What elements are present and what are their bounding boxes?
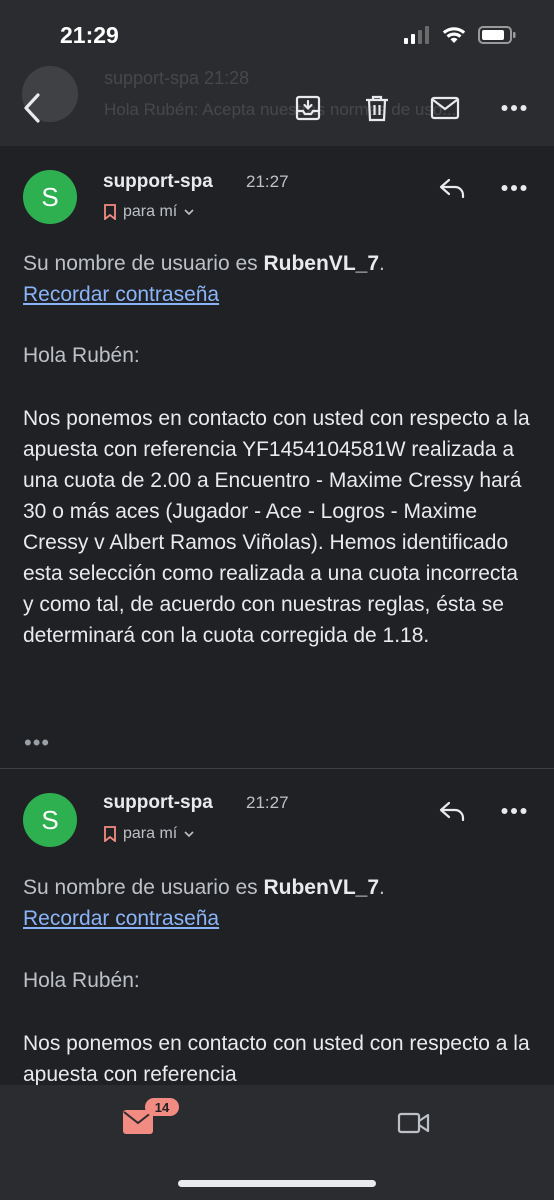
username: RubenVL_7 [263,876,380,899]
reply-icon [439,801,465,822]
status-time: 21:29 [60,22,119,48]
mail-unread-badge: 14 [145,1098,179,1116]
message-body: Nos ponemos en contacto con usted con re… [23,407,530,647]
message-body: Nos ponemos en contacto con usted con re… [23,1032,530,1085]
video-icon [397,1112,430,1134]
signal-icon [404,26,429,44]
back-button[interactable] [14,90,50,126]
email-message-2: S support-spa 21:27 para mí Su nombre de… [0,769,554,1085]
reply-icon [439,178,465,199]
email-message-1: S support-spa 21:27 para mí Su nombre de… [0,146,554,768]
reply-button[interactable] [434,793,470,829]
recipient-label: para mí [123,825,178,842]
meet-tab[interactable] [394,1107,434,1139]
greeting: Hola Rubén: [23,344,140,367]
more-options-button[interactable] [496,90,532,126]
chevron-down-icon [184,209,194,216]
username-line: Su nombre de usuario es RubenVL_7. [23,876,385,899]
battery-icon [478,26,516,44]
message-more-button[interactable] [496,170,532,206]
reply-button[interactable] [434,170,470,206]
greeting: Hola Rubén: [23,969,140,992]
remember-password-link[interactable]: Recordar contraseña [23,907,219,931]
home-indicator[interactable] [178,1180,376,1187]
recipient-toggle[interactable]: para mí [103,203,195,221]
username-line: Su nombre de usuario es RubenVL_7. [23,252,385,275]
delete-button[interactable] [359,90,395,126]
message-more-button[interactable] [496,793,532,829]
back-icon [24,93,40,123]
wifi-icon [442,27,466,43]
archive-icon [295,95,321,121]
sender-avatar[interactable]: S [23,170,77,224]
sender-name: support-spa [103,171,213,192]
toolbar [0,84,554,132]
archive-button[interactable] [290,90,326,126]
show-trimmed-content-button[interactable]: ••• [24,730,50,756]
label-important-icon [104,826,116,842]
remember-password-link[interactable]: Recordar contraseña [23,283,219,307]
sender-name: support-spa [103,792,213,813]
mail-icon [430,96,460,120]
username: RubenVL_7 [263,252,380,275]
more-horiz-icon [501,185,527,191]
status-bar: 21:29 [0,0,554,64]
status-icons [404,26,516,44]
recipient-label: para mí [123,203,178,220]
recipient-toggle[interactable]: para mí [103,825,195,843]
more-horiz-icon [501,808,527,814]
top-app-bar: 21:29 support-spa 21:28 Hola Rubén: Acep… [0,0,554,146]
chevron-down-icon [184,831,194,838]
sender-avatar[interactable]: S [23,793,77,847]
message-time: 21:27 [246,793,289,812]
message-time: 21:27 [246,172,289,191]
label-important-icon [104,204,116,220]
more-horiz-icon [501,105,527,111]
trash-icon [366,95,388,122]
mark-unread-button[interactable] [427,90,463,126]
